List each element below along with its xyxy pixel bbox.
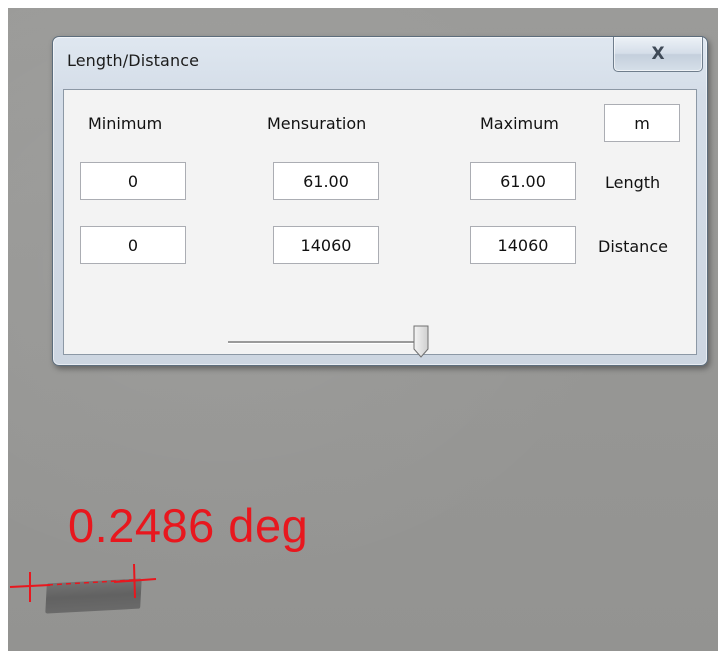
distance-minimum-field[interactable]: 0 xyxy=(80,226,186,264)
distance-maximum-field[interactable]: 14060 xyxy=(470,226,576,264)
crosshair-marker-icon xyxy=(9,563,157,602)
mensuration-header: Mensuration xyxy=(267,114,367,133)
camera-view: Length/Distance X Minimum Mensuration Ma… xyxy=(8,8,718,651)
slider-track[interactable] xyxy=(228,341,418,344)
unit-field[interactable]: m xyxy=(604,104,680,142)
length-maximum-field[interactable]: 61.00 xyxy=(470,162,576,200)
close-button[interactable]: X xyxy=(613,37,703,72)
close-icon: X xyxy=(651,44,665,64)
length-distance-dialog: Length/Distance X Minimum Mensuration Ma… xyxy=(52,36,708,366)
dialog-client-area: Minimum Mensuration Maximum m 0 61.00 61… xyxy=(63,89,697,358)
length-minimum-field[interactable]: 0 xyxy=(80,162,186,200)
length-mensuration-field[interactable]: 61.00 xyxy=(273,162,379,200)
dialog-title: Length/Distance xyxy=(67,51,200,70)
maximum-header: Maximum xyxy=(480,114,559,133)
slider-thumb-icon[interactable] xyxy=(413,325,429,359)
measurement-readout: 0.2486 deg xyxy=(68,499,309,552)
length-label: Length xyxy=(605,173,661,192)
minimum-header: Minimum xyxy=(88,114,163,133)
distance-label: Distance xyxy=(598,237,668,256)
distance-mensuration-field[interactable]: 14060 xyxy=(273,226,379,264)
